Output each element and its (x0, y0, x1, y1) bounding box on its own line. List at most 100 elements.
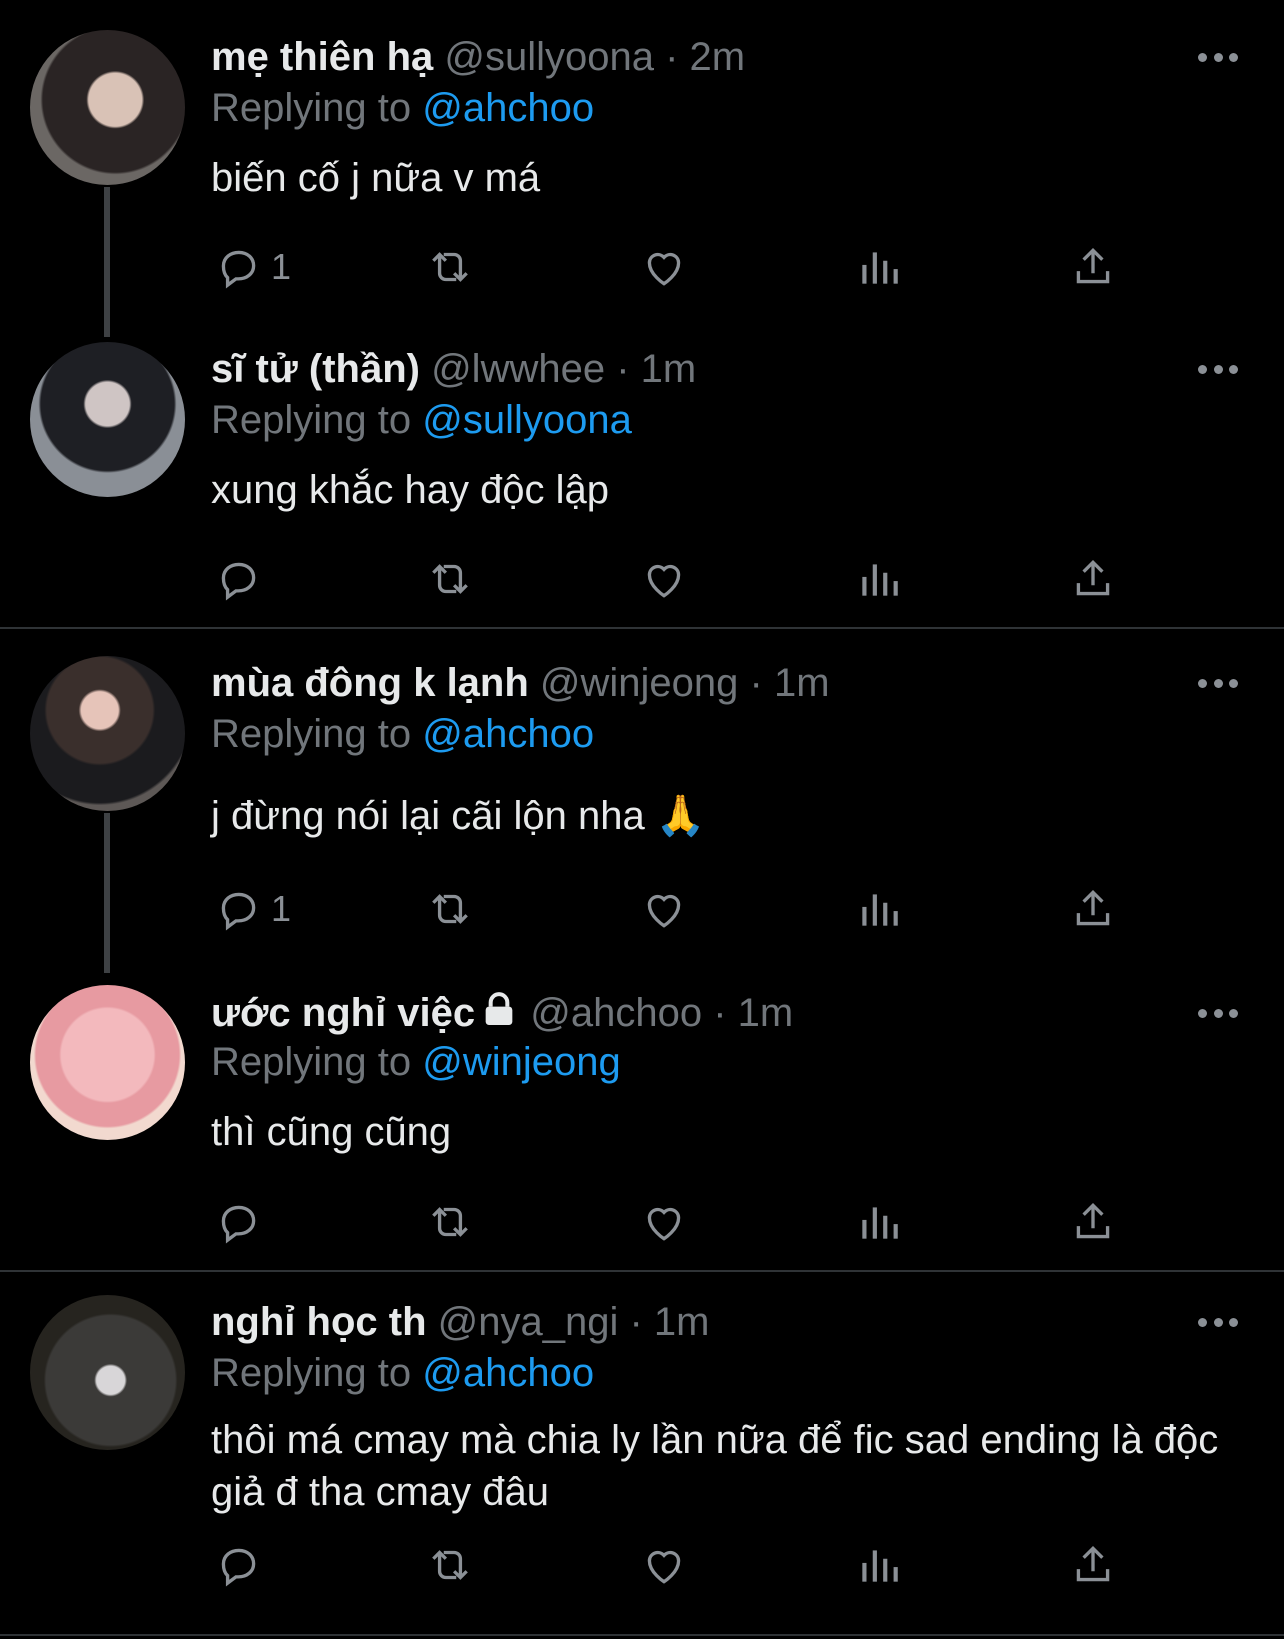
share-button[interactable] (1068, 1535, 1118, 1595)
share-button[interactable] (1068, 237, 1118, 297)
timestamp[interactable]: 1m (654, 1300, 710, 1344)
handle[interactable]: @ahchoo (530, 991, 702, 1035)
retweet-icon (432, 894, 468, 924)
timestamp[interactable]: 1m (774, 661, 830, 705)
avatar[interactable] (30, 342, 185, 497)
action-bar (211, 1192, 1131, 1252)
reply-count: 1 (271, 888, 292, 929)
views-icon (862, 1207, 898, 1239)
more-options-icon[interactable] (1198, 1007, 1238, 1019)
mention-link[interactable]: @sullyoona (422, 398, 632, 442)
share-button[interactable] (1068, 1192, 1118, 1252)
tweet-text: biến cố j nữa v má (211, 156, 541, 200)
handle[interactable]: @sullyoona (444, 35, 654, 79)
handle[interactable]: @nya_ngi (438, 1300, 619, 1344)
retweet-icon (432, 1207, 468, 1237)
more-options-icon[interactable] (1198, 51, 1238, 63)
views-icon (862, 894, 898, 926)
views-button[interactable] (854, 1192, 904, 1252)
tweet-header: sĩ tử (thần) @lwwhee · 1m (211, 345, 696, 393)
retweet-button[interactable] (425, 879, 475, 939)
replying-to: Replying to @ahchoo (211, 1349, 594, 1397)
avatar[interactable] (30, 985, 185, 1140)
retweet-button[interactable] (425, 549, 475, 609)
tweet-header: nghỉ học th @nya_ngi · 1m (211, 1298, 710, 1346)
reply-button[interactable] (213, 549, 271, 609)
retweet-icon (432, 252, 468, 282)
tweet[interactable]: ước nghỉ việc @ahchoo · 1m Replying to @… (0, 959, 1284, 1270)
tweet[interactable]: sĩ tử (thần) @lwwhee · 1m Replying to @s… (0, 312, 1284, 627)
views-button[interactable] (854, 1535, 904, 1595)
replying-label: Replying to (211, 1040, 412, 1084)
mention-link[interactable]: @ahchoo (422, 712, 594, 756)
views-icon (862, 252, 898, 284)
more-options-icon[interactable] (1198, 363, 1238, 375)
retweet-button[interactable] (425, 1535, 475, 1595)
share-button[interactable] (1068, 879, 1118, 939)
display-name[interactable]: ước nghỉ việc (211, 991, 475, 1035)
tweet-header: mẹ thiên hạ @sullyoona · 2m (211, 33, 745, 81)
separator: · (654, 35, 690, 79)
avatar[interactable] (30, 1295, 185, 1450)
handle[interactable]: @lwwhee (431, 347, 605, 391)
separator: · (738, 661, 774, 705)
reply-button[interactable]: 1 (213, 879, 291, 939)
reply-button[interactable]: 1 (213, 237, 291, 297)
like-button[interactable] (639, 879, 689, 939)
like-button[interactable] (639, 237, 689, 297)
reply-icon (221, 562, 256, 601)
tweet[interactable]: mùa đông k lạnh @winjeong · 1m Replying … (0, 629, 1284, 973)
tweet-header: mùa đông k lạnh @winjeong · 1m (211, 659, 830, 707)
reply-button[interactable] (213, 1535, 271, 1595)
mention-link[interactable]: @winjeong (422, 1040, 621, 1084)
display-name[interactable]: mẹ thiên hạ (211, 35, 433, 79)
tweet[interactable]: nghỉ học th @nya_ngi · 1m Replying to @a… (0, 1272, 1284, 1639)
views-icon (862, 1550, 898, 1582)
reply-button[interactable] (213, 1192, 271, 1252)
display-name[interactable]: mùa đông k lạnh (211, 661, 529, 705)
reply-count: 1 (271, 246, 292, 287)
views-button[interactable] (854, 879, 904, 939)
mention-link[interactable]: @ahchoo (422, 86, 594, 130)
thread-line (104, 813, 110, 973)
share-icon (1076, 1202, 1110, 1239)
display-name[interactable]: nghỉ học th (211, 1300, 427, 1344)
replying-to: Replying to @sullyoona (211, 396, 632, 444)
retweet-button[interactable] (425, 1192, 475, 1252)
replying-label: Replying to (211, 1351, 412, 1395)
avatar[interactable] (30, 30, 185, 185)
views-button[interactable] (854, 549, 904, 609)
like-button[interactable] (639, 549, 689, 609)
views-icon (862, 564, 898, 596)
views-button[interactable] (854, 237, 904, 297)
heart-icon (647, 894, 681, 928)
heart-icon (647, 564, 681, 598)
timestamp[interactable]: 1m (738, 991, 794, 1035)
retweet-icon (432, 1550, 468, 1580)
avatar[interactable] (30, 656, 185, 811)
mention-link[interactable]: @ahchoo (422, 1351, 594, 1395)
retweet-icon (432, 564, 468, 594)
tweet[interactable]: mẹ thiên hạ @sullyoona · 2m Replying to … (0, 0, 1284, 337)
tweet-text: thì cũng cũng (211, 1110, 452, 1154)
like-button[interactable] (639, 1192, 689, 1252)
share-button[interactable] (1068, 549, 1118, 609)
reply-icon (221, 892, 256, 931)
action-bar: 1 (211, 879, 1131, 939)
timestamp[interactable]: 2m (690, 35, 746, 79)
separator: · (605, 347, 641, 391)
like-button[interactable] (639, 1535, 689, 1595)
timestamp[interactable]: 1m (641, 347, 697, 391)
share-icon (1076, 247, 1110, 284)
more-options-icon[interactable] (1198, 677, 1238, 689)
heart-icon (647, 1207, 681, 1241)
separator: · (618, 1300, 654, 1344)
replying-label: Replying to (211, 86, 412, 130)
retweet-button[interactable] (425, 237, 475, 297)
reply-icon (221, 1205, 256, 1244)
handle[interactable]: @winjeong (540, 661, 739, 705)
replying-to: Replying to @ahchoo (211, 84, 594, 132)
divider (0, 1634, 1284, 1636)
more-options-icon[interactable] (1198, 1316, 1238, 1328)
display-name[interactable]: sĩ tử (thần) (211, 347, 420, 391)
